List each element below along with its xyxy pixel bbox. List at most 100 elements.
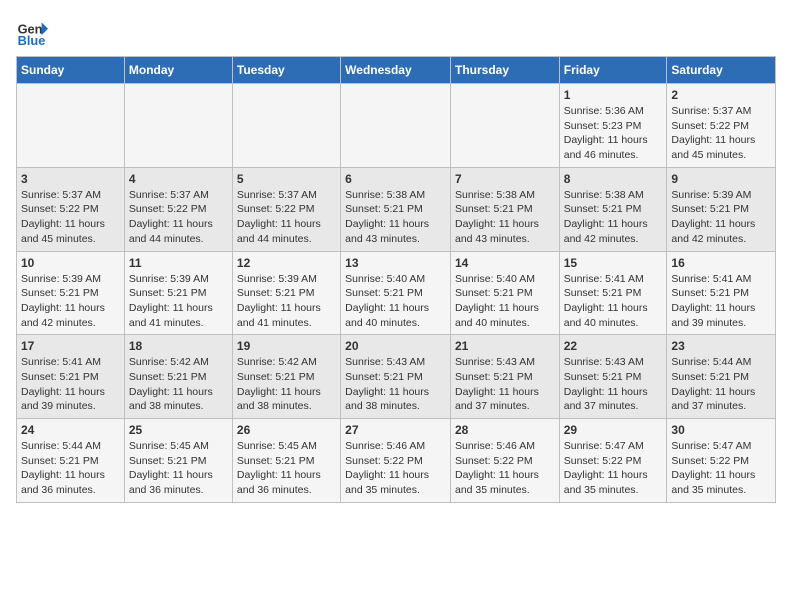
day-info: Sunrise: 5:47 AM Sunset: 5:22 PM Dayligh… <box>564 439 663 498</box>
calendar-cell: 14Sunrise: 5:40 AM Sunset: 5:21 PM Dayli… <box>450 251 559 335</box>
calendar-cell <box>232 84 340 168</box>
day-number: 2 <box>671 88 771 102</box>
day-number: 5 <box>237 172 336 186</box>
day-info: Sunrise: 5:36 AM Sunset: 5:23 PM Dayligh… <box>564 104 663 163</box>
day-number: 16 <box>671 256 771 270</box>
day-number: 28 <box>455 423 555 437</box>
day-number: 27 <box>345 423 446 437</box>
calendar-cell: 23Sunrise: 5:44 AM Sunset: 5:21 PM Dayli… <box>667 335 776 419</box>
calendar-week-2: 3 Sunrise: 5:37 AM Sunset: 5:22 PM Daylig… <box>17 167 776 251</box>
day-number: 23 <box>671 339 771 353</box>
calendar-week-1: 1 Sunrise: 5:36 AM Sunset: 5:23 PM Daylig… <box>17 84 776 168</box>
calendar-cell: 27 Sunrise: 5:46 AM Sunset: 5:22 PM Dayli… <box>341 419 451 503</box>
day-number: 11 <box>129 256 228 270</box>
svg-text:Blue: Blue <box>18 33 46 48</box>
day-info: Sunrise: 5:38 AM Sunset: 5:21 PM Dayligh… <box>564 188 663 247</box>
day-number: 7 <box>455 172 555 186</box>
calendar-cell: 4Sunrise: 5:37 AM Sunset: 5:22 PM Daylig… <box>124 167 232 251</box>
calendar-table: SundayMondayTuesdayWednesdayThursdayFrid… <box>16 56 776 503</box>
calendar-cell: 21 Sunrise: 5:43 AM Sunset: 5:21 PM Dayli… <box>450 335 559 419</box>
calendar-cell: 13 Sunrise: 5:40 AM Sunset: 5:21 PM Dayli… <box>341 251 451 335</box>
calendar-cell: 5 Sunrise: 5:37 AM Sunset: 5:22 PM Daylig… <box>232 167 340 251</box>
day-number: 21 <box>455 339 555 353</box>
day-info: Sunrise: 5:46 AM Sunset: 5:22 PM Dayligh… <box>455 439 555 498</box>
column-header-tuesday: Tuesday <box>232 57 340 84</box>
day-number: 19 <box>237 339 336 353</box>
day-info: Sunrise: 5:46 AM Sunset: 5:22 PM Dayligh… <box>345 439 446 498</box>
calendar-week-5: 24Sunrise: 5:44 AM Sunset: 5:21 PM Dayli… <box>17 419 776 503</box>
calendar-cell: 30 Sunrise: 5:47 AM Sunset: 5:22 PM Dayli… <box>667 419 776 503</box>
logo: Gen Blue <box>16 16 52 48</box>
day-number: 12 <box>237 256 336 270</box>
day-info: Sunrise: 5:42 AM Sunset: 5:21 PM Dayligh… <box>129 355 228 414</box>
day-number: 24 <box>21 423 120 437</box>
calendar-cell: 3Sunrise: 5:37 AM Sunset: 5:22 PM Daylig… <box>17 167 125 251</box>
calendar-cell: 12 Sunrise: 5:39 AM Sunset: 5:21 PM Dayli… <box>232 251 340 335</box>
day-info: Sunrise: 5:45 AM Sunset: 5:21 PM Dayligh… <box>129 439 228 498</box>
day-info: Sunrise: 5:39 AM Sunset: 5:21 PM Dayligh… <box>129 272 228 331</box>
day-info: Sunrise: 5:41 AM Sunset: 5:21 PM Dayligh… <box>671 272 771 331</box>
day-info: Sunrise: 5:45 AM Sunset: 5:21 PM Dayligh… <box>237 439 336 498</box>
day-info: Sunrise: 5:43 AM Sunset: 5:21 PM Dayligh… <box>455 355 555 414</box>
calendar-cell: 11 Sunrise: 5:39 AM Sunset: 5:21 PM Dayli… <box>124 251 232 335</box>
day-number: 13 <box>345 256 446 270</box>
day-number: 8 <box>564 172 663 186</box>
day-number: 14 <box>455 256 555 270</box>
calendar-cell: 20 Sunrise: 5:43 AM Sunset: 5:21 PM Dayli… <box>341 335 451 419</box>
day-info: Sunrise: 5:43 AM Sunset: 5:21 PM Dayligh… <box>345 355 446 414</box>
day-info: Sunrise: 5:37 AM Sunset: 5:22 PM Dayligh… <box>237 188 336 247</box>
calendar-cell: 15Sunrise: 5:41 AM Sunset: 5:21 PM Dayli… <box>559 251 667 335</box>
day-number: 17 <box>21 339 120 353</box>
day-info: Sunrise: 5:38 AM Sunset: 5:21 PM Dayligh… <box>455 188 555 247</box>
calendar-cell: 28 Sunrise: 5:46 AM Sunset: 5:22 PM Dayli… <box>450 419 559 503</box>
day-info: Sunrise: 5:47 AM Sunset: 5:22 PM Dayligh… <box>671 439 771 498</box>
day-number: 18 <box>129 339 228 353</box>
calendar-cell <box>17 84 125 168</box>
day-number: 22 <box>564 339 663 353</box>
day-info: Sunrise: 5:42 AM Sunset: 5:21 PM Dayligh… <box>237 355 336 414</box>
calendar-cell: 26Sunrise: 5:45 AM Sunset: 5:21 PM Dayli… <box>232 419 340 503</box>
calendar-cell: 24Sunrise: 5:44 AM Sunset: 5:21 PM Dayli… <box>17 419 125 503</box>
day-number: 3 <box>21 172 120 186</box>
day-number: 6 <box>345 172 446 186</box>
calendar-cell: 1 Sunrise: 5:36 AM Sunset: 5:23 PM Daylig… <box>559 84 667 168</box>
calendar-cell: 16 Sunrise: 5:41 AM Sunset: 5:21 PM Dayli… <box>667 251 776 335</box>
calendar-week-3: 10 Sunrise: 5:39 AM Sunset: 5:21 PM Dayli… <box>17 251 776 335</box>
day-number: 1 <box>564 88 663 102</box>
page-header: Gen Blue <box>16 16 776 48</box>
calendar-cell: 6 Sunrise: 5:38 AM Sunset: 5:21 PM Daylig… <box>341 167 451 251</box>
day-number: 9 <box>671 172 771 186</box>
day-info: Sunrise: 5:41 AM Sunset: 5:21 PM Dayligh… <box>21 355 120 414</box>
day-number: 10 <box>21 256 120 270</box>
day-info: Sunrise: 5:39 AM Sunset: 5:21 PM Dayligh… <box>21 272 120 331</box>
day-info: Sunrise: 5:38 AM Sunset: 5:21 PM Dayligh… <box>345 188 446 247</box>
day-number: 25 <box>129 423 228 437</box>
calendar-cell <box>450 84 559 168</box>
calendar-cell: 2 Sunrise: 5:37 AM Sunset: 5:22 PM Daylig… <box>667 84 776 168</box>
calendar-cell: 9 Sunrise: 5:39 AM Sunset: 5:21 PM Daylig… <box>667 167 776 251</box>
day-info: Sunrise: 5:40 AM Sunset: 5:21 PM Dayligh… <box>345 272 446 331</box>
column-header-friday: Friday <box>559 57 667 84</box>
column-header-sunday: Sunday <box>17 57 125 84</box>
day-info: Sunrise: 5:41 AM Sunset: 5:21 PM Dayligh… <box>564 272 663 331</box>
calendar-cell: 17 Sunrise: 5:41 AM Sunset: 5:21 PM Dayli… <box>17 335 125 419</box>
calendar-cell: 29 Sunrise: 5:47 AM Sunset: 5:22 PM Dayli… <box>559 419 667 503</box>
day-number: 20 <box>345 339 446 353</box>
day-info: Sunrise: 5:43 AM Sunset: 5:21 PM Dayligh… <box>564 355 663 414</box>
day-info: Sunrise: 5:37 AM Sunset: 5:22 PM Dayligh… <box>671 104 771 163</box>
calendar-cell: 10 Sunrise: 5:39 AM Sunset: 5:21 PM Dayli… <box>17 251 125 335</box>
column-header-wednesday: Wednesday <box>341 57 451 84</box>
column-header-thursday: Thursday <box>450 57 559 84</box>
day-number: 30 <box>671 423 771 437</box>
day-info: Sunrise: 5:37 AM Sunset: 5:22 PM Dayligh… <box>129 188 228 247</box>
calendar-header-row: SundayMondayTuesdayWednesdayThursdayFrid… <box>17 57 776 84</box>
calendar-week-4: 17 Sunrise: 5:41 AM Sunset: 5:21 PM Dayli… <box>17 335 776 419</box>
column-header-monday: Monday <box>124 57 232 84</box>
day-info: Sunrise: 5:39 AM Sunset: 5:21 PM Dayligh… <box>671 188 771 247</box>
calendar-cell: 19 Sunrise: 5:42 AM Sunset: 5:21 PM Dayli… <box>232 335 340 419</box>
calendar-cell: 7 Sunrise: 5:38 AM Sunset: 5:21 PM Daylig… <box>450 167 559 251</box>
logo-icon: Gen Blue <box>16 16 48 48</box>
calendar-cell: 25 Sunrise: 5:45 AM Sunset: 5:21 PM Dayli… <box>124 419 232 503</box>
day-info: Sunrise: 5:39 AM Sunset: 5:21 PM Dayligh… <box>237 272 336 331</box>
day-number: 29 <box>564 423 663 437</box>
